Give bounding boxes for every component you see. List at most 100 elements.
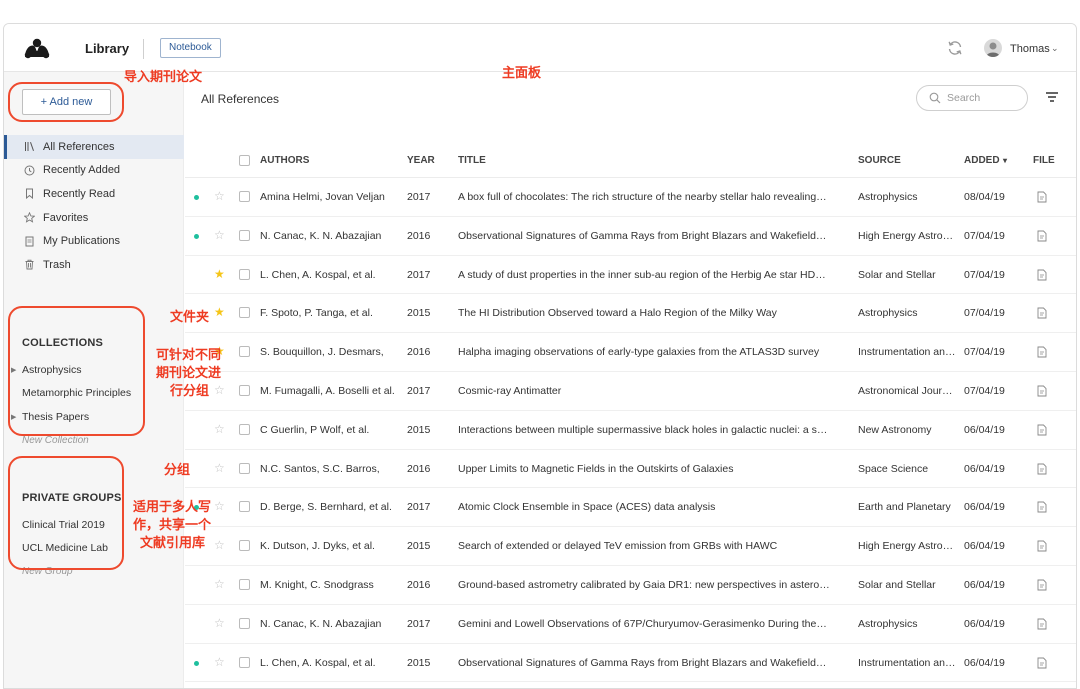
row-checkbox[interactable] [239,268,250,280]
sync-icon[interactable] [946,39,964,57]
row-checkbox[interactable] [239,656,250,668]
row-checkbox[interactable] [239,307,250,319]
favorite-star-icon[interactable]: ☆ [214,190,225,202]
column-authors[interactable]: AUTHORS [260,155,309,166]
filter-icon[interactable] [1045,91,1059,103]
row-checkbox[interactable] [239,423,250,435]
column-file[interactable]: FILE [1033,155,1055,166]
column-source[interactable]: SOURCE [858,155,901,166]
table-row[interactable]: ★ S. Bouquillon, J. Desmars, 2016 Halpha im… [185,333,1076,372]
table-row[interactable]: ☆ D. Berge, S. Bernhard, et al. 2017 Atomic… [185,488,1076,528]
table-row[interactable]: ☆F. Spoto, P. Tanga, et al.2016A study o… [185,682,1076,688]
table-row[interactable]: ☆ C Guerlin, P Wolf, et al. 2015 Interactio… [185,411,1076,450]
sidebar-item-my-publications[interactable]: My Publications [4,229,184,253]
row-checkbox[interactable] [239,578,250,590]
favorite-star-icon[interactable]: ☆ [214,617,225,629]
cell-title: The HI Distribution Observed toward a Ha… [458,307,777,320]
table-row[interactable]: ☆ M. Fumagalli, A. Boselli et al. 2017 Cosm… [185,372,1076,411]
cell-year: 2017 [407,501,431,514]
references-table: ☆ Amina Helmi, Jovan Veljan 2017 A box full… [185,178,1076,688]
cell-added: 08/04/19 [964,191,1005,203]
sort-desc-icon[interactable]: ▾ [1003,156,1007,165]
cell-source: Astrophysics [858,307,918,320]
pdf-file-icon[interactable] [1037,424,1047,436]
annotation-folder-desc-2: 期刊论文进 [156,365,222,380]
sidebar-item-label: Recently Read [43,187,116,200]
row-checkbox[interactable] [239,346,250,358]
row-checkbox[interactable] [239,384,250,396]
row-checkbox[interactable] [239,229,250,241]
cell-authors: N. Canac, K. N. Abazajian [260,617,382,630]
cell-added: 07/04/19 [964,268,1005,281]
cell-year: 2015 [407,656,431,669]
table-row[interactable]: ☆ N. Canac, K. N. Abazajian 2017 Gemini and… [185,605,1076,644]
sidebar-item-trash[interactable]: Trash [4,253,184,277]
search-input[interactable]: Search [916,85,1028,111]
favorite-star-icon[interactable]: ☆ [214,384,225,396]
chevron-down-icon[interactable]: ⌄ [1051,43,1059,54]
pdf-file-icon[interactable] [1037,385,1047,397]
annotation-box-collections [8,306,145,436]
select-all-checkbox[interactable] [239,155,250,166]
annotation-group-desc-3: 文献引用库 [140,535,206,550]
cell-added: 06/04/19 [964,423,1005,436]
cell-title: A study of dust properties in the inner … [458,268,826,281]
mendeley-logo-icon[interactable] [22,37,52,59]
row-checkbox[interactable] [239,462,250,474]
table-row[interactable]: ☆ K. Dutson, J. Dyks, et al. 2015 Search of… [185,527,1076,566]
favorite-star-icon[interactable]: ☆ [214,423,225,435]
pdf-file-icon[interactable] [1037,501,1047,513]
sidebar-item-recently-added[interactable]: Recently Added [4,159,184,183]
cell-added: 06/04/19 [964,617,1005,630]
table-row[interactable]: ☆ L. Chen, A. Kospal, et al. 2015 Observati… [185,644,1076,683]
annotation-import: 导入期刊论文 [124,69,203,84]
cell-authors: M. Knight, C. Snodgrass [260,578,374,591]
table-row[interactable]: ★ L. Chen, A. Kospal, et al. 2017 A study o… [185,256,1076,295]
pdf-file-icon[interactable] [1037,657,1047,669]
table-row[interactable]: ☆ Amina Helmi, Jovan Veljan 2017 A box full… [185,178,1076,217]
pdf-file-icon[interactable] [1037,307,1047,319]
favorite-star-icon[interactable]: ☆ [214,539,225,551]
pdf-file-icon[interactable] [1037,540,1047,552]
favorite-star-icon[interactable]: ★ [214,306,225,318]
pdf-file-icon[interactable] [1037,579,1047,591]
cell-title: Interactions between multiple supermassi… [458,423,828,436]
favorite-star-icon[interactable]: ☆ [214,656,225,668]
row-checkbox[interactable] [239,540,250,552]
pdf-file-icon[interactable] [1037,618,1047,630]
row-checkbox[interactable] [239,617,250,629]
table-row[interactable]: ★ F. Spoto, P. Tanga, et al. 2015 The HI Di… [185,294,1076,334]
row-checkbox[interactable] [239,191,250,202]
library-nav: All References Recently Added Recently R… [4,135,184,277]
column-year[interactable]: YEAR [407,155,435,166]
table-row[interactable]: ☆ N.C. Santos, S.C. Barros, 2016 Upper Limi… [185,450,1076,489]
sidebar-item-favorites[interactable]: Favorites [4,206,184,230]
search-icon [929,92,941,104]
cell-authors: K. Dutson, J. Dyks, et al. [260,540,375,553]
pdf-file-icon[interactable] [1037,463,1047,475]
cell-source: High Energy Astro… [858,229,954,242]
pdf-file-icon[interactable] [1037,230,1047,242]
pdf-file-icon[interactable] [1037,346,1047,358]
cell-source: Astrophysics [858,617,918,630]
favorite-star-icon[interactable]: ☆ [214,462,225,474]
column-added[interactable]: ADDED [964,155,1000,166]
table-row[interactable]: ☆ M. Knight, C. Snodgrass 2016 Ground-based… [185,566,1076,605]
cell-authors: S. Bouquillon, J. Desmars, [260,346,384,359]
favorite-star-icon[interactable]: ☆ [214,229,225,241]
table-row[interactable]: ☆ N. Canac, K. N. Abazajian 2016 Observatio… [185,217,1076,256]
avatar[interactable] [984,39,1002,57]
favorite-star-icon[interactable]: ☆ [214,578,225,590]
notebook-button[interactable]: Notebook [160,38,221,58]
row-checkbox[interactable] [239,501,250,513]
favorite-star-icon[interactable]: ★ [214,268,225,280]
pdf-file-icon[interactable] [1037,269,1047,281]
unread-dot-icon [194,195,199,200]
column-title[interactable]: TITLE [458,155,486,166]
sidebar-item-all-references[interactable]: All References [4,135,184,159]
pdf-file-icon[interactable] [1037,191,1047,203]
annotation-group-desc-1: 适用于多人写 [133,499,212,514]
sidebar-item-recently-read[interactable]: Recently Read [4,182,184,206]
favorite-star-icon[interactable]: ☆ [214,500,225,512]
user-name[interactable]: Thomas [1010,43,1050,55]
